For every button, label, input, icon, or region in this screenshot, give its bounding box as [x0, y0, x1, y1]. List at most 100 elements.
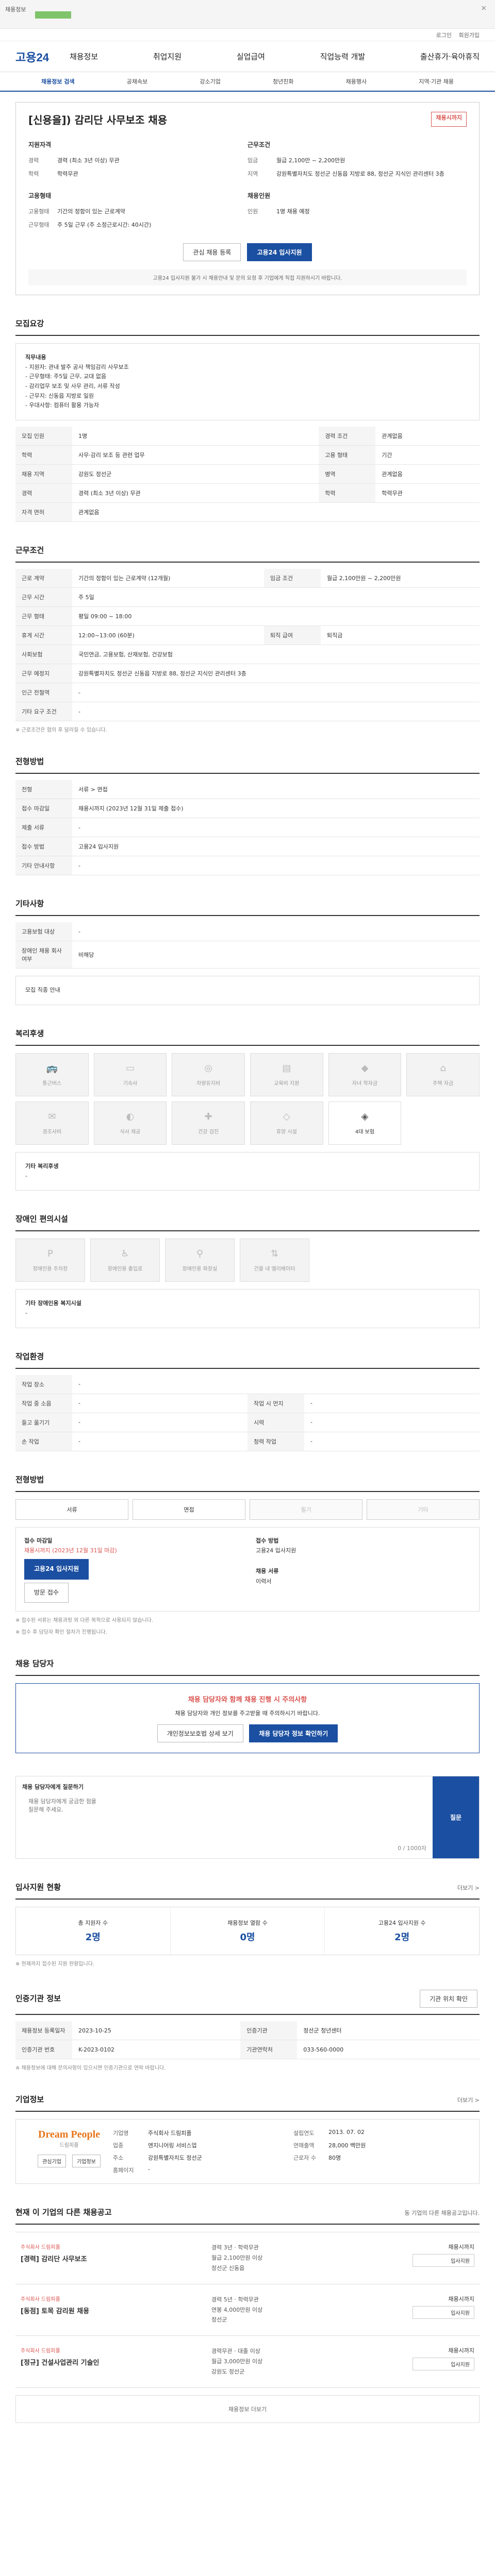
facility-etc-value: - [25, 1309, 27, 1316]
stat-item: 고용24 입사지원 수 2명 [325, 1907, 479, 1955]
gift-icon: ✉ [48, 1111, 56, 1122]
row-value: - [72, 818, 480, 838]
lnb-item-search[interactable]: 채용정보 검색 [41, 77, 75, 86]
section-title: 현재 이 기업의 다른 채용공고 [15, 2208, 112, 2217]
job-meta: 정선군 신동읍 [211, 2264, 245, 2272]
conditions-note: ※ 근로조건은 협의 후 달라질 수 있습니다. [15, 727, 107, 734]
close-icon[interactable]: × [481, 4, 487, 12]
table-row: 근로 계약 기간의 정함이 있는 근로계약 (12개월) 임금 조건 월급 2,100… [15, 569, 480, 588]
gnb-item-support[interactable]: 취업지원 [153, 51, 182, 62]
welfare-etc: 기타 복리후생 - [15, 1151, 480, 1191]
house-icon: ⌂ [440, 1062, 446, 1074]
row-key: 학력 [15, 445, 72, 465]
job-title[interactable]: [동점] 토목 감리원 채용 [21, 2306, 211, 2315]
desc-line: - 근무형태: 주5일 근무, 교대 없음 [25, 373, 107, 380]
section-title: 인증기관 정보 [15, 1994, 61, 2004]
welfare-label: 차량유지비 [196, 1080, 221, 1087]
row-key: 기관연락처 [240, 2040, 298, 2060]
interest-button[interactable]: 관심 채용 등록 [183, 243, 241, 261]
gnb-item-leave[interactable]: 출산휴가·육아휴직 [420, 51, 480, 62]
row-key: 전형 [15, 780, 72, 800]
login-link[interactable]: 로그인 [436, 32, 452, 39]
job-meta: 경력 5년 · 학력무관 [211, 2296, 259, 2303]
visit-apply-button[interactable]: 방문 접수 [24, 1582, 69, 1603]
lnb-item-event[interactable]: 채용행사 [346, 77, 367, 86]
row-key: 모집 인원 [15, 427, 72, 446]
banner-label: 채용정보 [5, 6, 26, 13]
other-jobs-list: 주식회사 드림피플 [경력] 감리단 사무보조 경력 3년 · 학력무관 월급 2,1… [15, 2232, 480, 2388]
rest-icon: ◇ [283, 1111, 290, 1122]
job-meta: 경력 3년 · 학력무관 [211, 2244, 259, 2251]
kv-key: 근무형태 [28, 222, 50, 228]
signup-link[interactable]: 회원가입 [459, 32, 480, 39]
conditions-heading: 근무조건 [248, 141, 271, 148]
company-logo: Dream People [38, 2129, 101, 2141]
etc-table: 고용보험 대상 - 장애인 채용 회사 여부 비해당 [15, 922, 480, 969]
row-key: 채용정보 등록일자 [15, 2021, 72, 2041]
gnb-item-training[interactable]: 직업능력 개발 [320, 51, 366, 62]
more-jobs-button[interactable]: 채용정보 더보기 [15, 2395, 480, 2423]
contact-location-button[interactable]: 기관 위치 확인 [420, 1990, 477, 2008]
lnb-item-strong[interactable]: 강소기업 [200, 77, 220, 86]
row-value: 033-560-0000 [297, 2040, 480, 2060]
welfare-label: 주택 자금 [433, 1080, 454, 1087]
welfare-label: 통근버스 [42, 1080, 62, 1087]
job-meta: 경력무관 · 대졸 이상 [211, 2348, 260, 2355]
global-nav: 고용24 채용정보 취업지원 실업급여 직업능력 개발 출산휴가·육아휴직 [0, 41, 495, 72]
status-note: ※ 현재까지 접수된 지원 현황입니다. [15, 1961, 95, 1968]
lnb-item-youth[interactable]: 청년친화 [273, 77, 293, 86]
row-key: 병역 [319, 464, 376, 484]
row-value: - [72, 1413, 248, 1432]
detail-key: 설립연도 [293, 2130, 315, 2137]
row-key: 작업 중 소음 [15, 1394, 72, 1413]
company-info-button[interactable]: 기업정보 [72, 2155, 101, 2168]
other-jobs-note: 동 기업의 다른 채용공고입니다. [404, 2210, 480, 2217]
interest-company-button[interactable]: 관심기업 [38, 2155, 66, 2168]
company-more-link[interactable]: 더보기 > [457, 2096, 480, 2104]
privacy-button[interactable]: 개인정보보호법 상세 보기 [157, 1724, 243, 1743]
row-key: 근로 계약 [15, 569, 72, 588]
list-item[interactable]: 주식회사 드림피플 [정규] 건설사업관리 기술인 경력무관 · 대졸 이상 월급 3… [15, 2335, 480, 2388]
top-banner: 채용정보 × [0, 0, 495, 29]
gnb-item-jobs[interactable]: 채용정보 [70, 51, 98, 62]
job-deadline: 채용시까지 [448, 2347, 474, 2354]
job-title[interactable]: [정규] 건설사업관리 기술인 [21, 2357, 211, 2367]
qa-send-button[interactable]: 질문 [433, 1776, 479, 1859]
section-title: 입사지원 현황 [15, 1883, 61, 1892]
job-apply-button[interactable]: 입사지원 [412, 2306, 474, 2319]
lnb-item-open[interactable]: 공채속보 [127, 77, 147, 86]
row-value: 강원도 정선군 [72, 464, 319, 484]
facility-item: ⚲ 장애인용 화장실 [165, 1239, 235, 1282]
qa-input[interactable] [22, 1791, 104, 1843]
table-row: 제출 서류 - [15, 818, 480, 838]
kv-key: 경력 [28, 157, 39, 164]
job-title[interactable]: [경력] 감리단 사무보조 [21, 2253, 211, 2263]
section-title: 장애인 편의시설 [15, 1213, 480, 1232]
docs-value: 이력서 [256, 1578, 272, 1585]
row-value: 월급 2,100만원 ~ 2,200만원 [321, 569, 480, 588]
manager-info-button[interactable]: 채용 담당자 정보 확인하기 [249, 1724, 338, 1743]
etc-link[interactable]: 모집 직종 안내 [25, 987, 60, 993]
apply-button[interactable]: 고용24 입사지원 [247, 243, 312, 261]
row-value: 비해당 [72, 941, 480, 969]
row-value: 관계없음 [375, 427, 480, 446]
detail-value: 엔지니어링 서비스업 [148, 2142, 197, 2149]
detail-key: 근로자 수 [293, 2155, 316, 2162]
manager-alert: 채용 담당자와 함께 채용 진행 시 주의사항 [188, 1696, 307, 1704]
facility-etc-label: 기타 장애인용 복지시설 [25, 1300, 81, 1307]
row-key: 시력 [248, 1413, 304, 1432]
site-logo[interactable]: 고용24 [15, 48, 49, 65]
job-apply-button[interactable]: 입사지원 [412, 2358, 474, 2371]
lnb-item-local[interactable]: 지역·기관 채용 [419, 77, 454, 86]
gnb-item-benefit[interactable]: 실업급여 [237, 51, 265, 62]
row-value: 정선군 청년센터 [297, 2021, 480, 2041]
table-row: 사회보험 국민연금, 고용보험, 산재보험, 건강보험 [15, 645, 480, 665]
row-value: - [72, 683, 480, 703]
row-value: 사무·감리 보조 등 관련 업무 [72, 445, 319, 465]
apply-online-button[interactable]: 고용24 입사지원 [24, 1559, 89, 1580]
list-item[interactable]: 주식회사 드림피플 [경력] 감리단 사무보조 경력 3년 · 학력무관 월급 2,1… [15, 2232, 480, 2283]
list-item[interactable]: 주식회사 드림피플 [동점] 토목 감리원 채용 경력 5년 · 학력무관 연봉 4,… [15, 2283, 480, 2335]
job-apply-button[interactable]: 입사지원 [412, 2254, 474, 2267]
row-value: 12:00~13:00 (60분) [72, 625, 265, 646]
status-more-link[interactable]: 더보기 > [457, 1884, 480, 1892]
